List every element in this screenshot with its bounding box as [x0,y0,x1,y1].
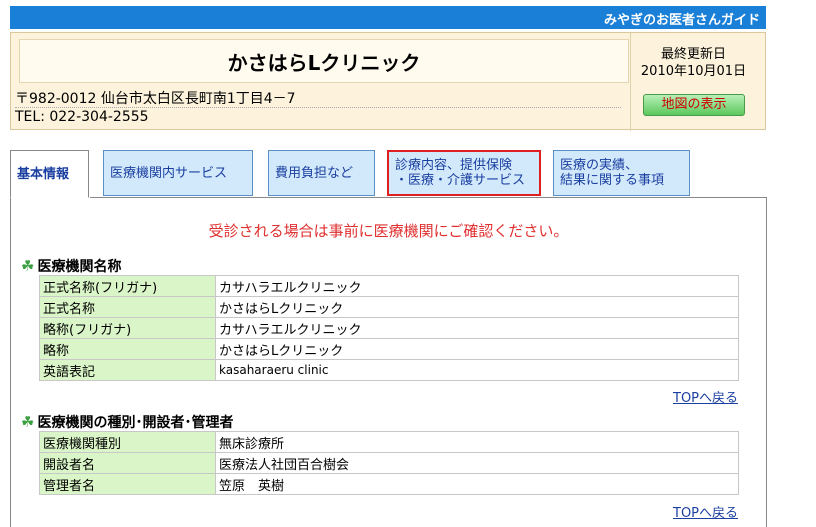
table-row: 略称 かさはらLクリニック [39,338,739,360]
clinic-type-table: 医療機関種別 無床診療所 開設者名 医療法人社団百合樹会 管理者名 笠原 英樹 [39,431,739,495]
tab-label: 基本情報 [17,166,70,182]
clinic-name-table: 正式名称(フリガナ) カサハラエルクリニック 正式名称 かさはらLクリニック 略称(… [39,275,739,381]
row-key: 略称 [39,338,216,360]
clinic-tel: TEL: 022-304-2555 [15,109,149,125]
row-key: 管理者名 [39,473,216,495]
row-key: 英語表記 [39,359,216,381]
notice-text: 受診される場合は事前に医療機関にご確認ください。 [208,222,569,240]
tab-medical-results[interactable]: 医療の実績、 結果に関する事項 [553,150,690,196]
row-value: 医療法人社団百合樹会 [215,452,739,474]
last-updated-date: 2010年10月01日 [640,64,747,79]
clinic-address: 〒982-0012 仙台市太白区長町南1丁目4－7 [15,91,296,107]
site-title: みやぎのお医者さんガイド [603,13,760,28]
table-row: 正式名称(フリガナ) カサハラエルクリニック [39,275,739,297]
clinic-info-box: かさはらLクリニック 最終更新日 2010年10月01日 〒982-0012 仙… [10,32,766,131]
back-to-top-link[interactable]: TOPへ戻る [673,502,738,521]
divider [15,107,621,108]
row-key: 医療機関種別 [39,431,216,453]
clover-icon: ☘ [21,413,35,431]
table-row: 正式名称 かさはらLクリニック [39,296,739,318]
tab-basic-info[interactable]: 基本情報 [10,150,89,198]
site-header-bar: みやぎのお医者さんガイド [10,6,766,29]
section-title: ☘ 医療機関名称 [21,256,121,276]
divider [630,33,631,131]
row-key: 正式名称 [39,296,216,318]
row-value: かさはらLクリニック [215,338,739,360]
row-value: kasaharaeru clinic [215,359,739,381]
clover-icon: ☘ [21,257,35,275]
tab-label-line1: 診療内容、提供保険 [395,158,513,173]
tab-label-line1: 医療の実績、 [560,158,639,173]
tab-treatment-insurance[interactable]: 診療内容、提供保険 ・医療・介護サービス [387,150,541,196]
table-row: 英語表記 kasaharaeru clinic [39,359,739,381]
tab-label-line2: 結果に関する事項 [560,173,665,188]
tab-in-facility-services[interactable]: 医療機関内サービス [103,150,253,196]
tab-label: 医療機関内サービス [110,165,228,181]
tab-costs[interactable]: 費用負担など [268,150,375,196]
row-value: 無床診療所 [215,431,739,453]
table-row: 管理者名 笠原 英樹 [39,473,739,495]
row-key: 開設者名 [39,452,216,474]
show-map-button[interactable]: 地図の表示 [643,94,745,116]
row-value: 笠原 英樹 [215,473,739,495]
section-title-text: 医療機関名称 [37,259,122,275]
row-value: カサハラエルクリニック [215,275,739,297]
back-to-top-link[interactable]: TOPへ戻る [673,387,738,406]
tab-content-panel: 受診される場合は事前に医療機関にご確認ください。 ☘ 医療機関名称 正式名称(フ… [10,198,767,527]
row-value: かさはらLクリニック [215,296,739,318]
section-title: ☘ 医療機関の種別･開設者･管理者 [21,412,233,432]
table-row: 医療機関種別 無床診療所 [39,431,739,453]
clinic-name: かさはらLクリニック [19,39,629,83]
table-row: 開設者名 医療法人社団百合樹会 [39,452,739,474]
section-title-text: 医療機関の種別･開設者･管理者 [37,415,234,431]
tab-label: 費用負担など [275,165,354,181]
row-key: 正式名称(フリガナ) [39,275,216,297]
row-value: カサハラエルクリニック [215,317,739,339]
tab-label-line2: ・医療・介護サービス [395,173,526,188]
row-key: 略称(フリガナ) [39,317,216,339]
table-row: 略称(フリガナ) カサハラエルクリニック [39,317,739,339]
